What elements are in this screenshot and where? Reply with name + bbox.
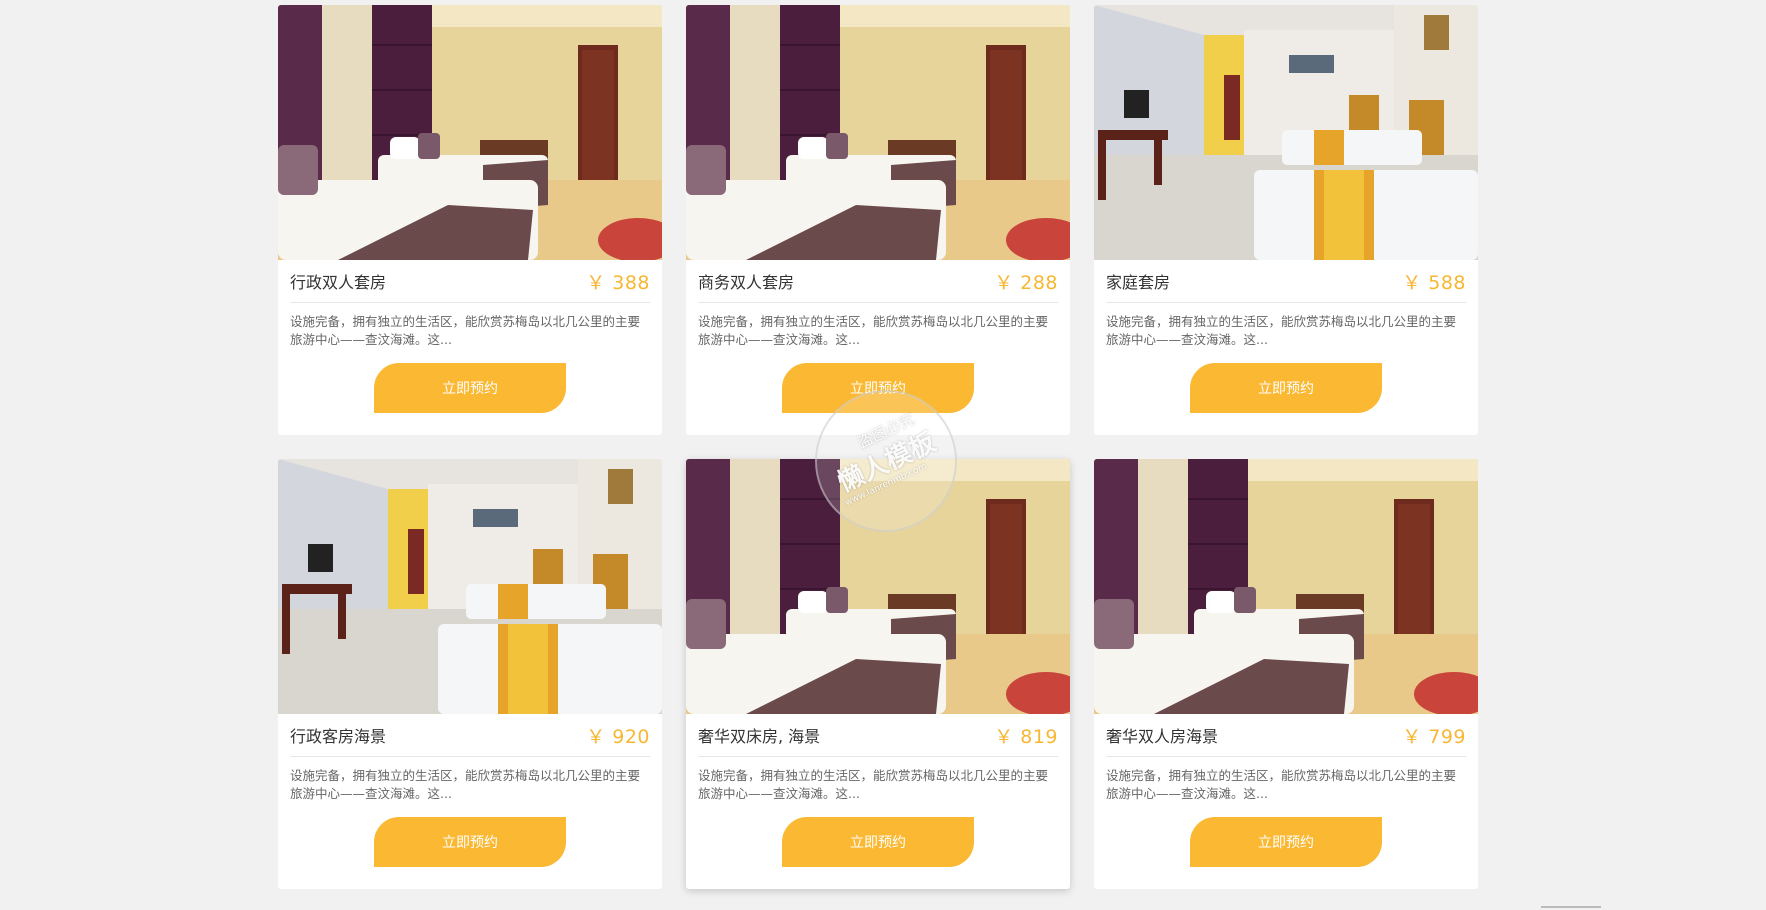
room-price: ￥ 288 [994,271,1058,294]
room-header: 奢华双床房, 海景 ￥ 819 [698,714,1058,757]
room-info: 行政双人套房 ￥ 388 设施完备，拥有独立的生活区，能欣赏苏梅岛以北几公里的主要旅… [278,260,662,413]
scroll-indicator [1541,906,1601,908]
room-info: 行政客房海景 ￥ 920 设施完备，拥有独立的生活区，能欣赏苏梅岛以北几公里的主要旅… [278,714,662,867]
room-description: 设施完备，拥有独立的生活区，能欣赏苏梅岛以北几公里的主要旅游中心——查汶海滩。这… [290,314,641,347]
room-info: 奢华双人房海景 ￥ 799 设施完备，拥有独立的生活区，能欣赏苏梅岛以北几公里的主要… [1094,714,1478,867]
room-name[interactable]: 家庭套房 [1106,269,1170,293]
room-header: 行政双人套房 ￥ 388 [290,260,650,303]
room-price: ￥ 799 [1402,725,1466,748]
book-now-button[interactable]: 立即预约 [374,363,566,413]
room-price: ￥ 920 [586,725,650,748]
room-photo [686,459,1070,714]
room-price: ￥ 588 [1402,271,1466,294]
room-card[interactable]: 商务双人套房 ￥ 288 设施完备，拥有独立的生活区，能欣赏苏梅岛以北几公里的主要旅… [686,5,1070,435]
room-name[interactable]: 行政双人套房 [290,269,386,293]
room-grid: 行政双人套房 ￥ 388 设施完备，拥有独立的生活区，能欣赏苏梅岛以北几公里的主要旅… [278,5,1478,889]
room-photo [1094,5,1478,260]
book-now-button[interactable]: 立即预约 [1190,817,1382,867]
room-description: 设施完备，拥有独立的生活区，能欣赏苏梅岛以北几公里的主要旅游中心——查汶海滩。这… [698,314,1049,347]
room-header: 行政客房海景 ￥ 920 [290,714,650,757]
book-now-button[interactable]: 立即预约 [782,817,974,867]
room-info: 奢华双床房, 海景 ￥ 819 设施完备，拥有独立的生活区，能欣赏苏梅岛以北几公里的… [686,714,1070,867]
room-name[interactable]: 行政客房海景 [290,723,386,747]
room-photo [686,5,1070,260]
room-price: ￥ 388 [586,271,650,294]
book-now-button[interactable]: 立即预约 [1190,363,1382,413]
room-name[interactable]: 奢华双床房, 海景 [698,723,820,747]
room-description: 设施完备，拥有独立的生活区，能欣赏苏梅岛以北几公里的主要旅游中心——查汶海滩。这… [698,768,1049,801]
room-info: 家庭套房 ￥ 588 设施完备，拥有独立的生活区，能欣赏苏梅岛以北几公里的主要旅游中… [1094,260,1478,413]
room-card[interactable]: 奢华双人房海景 ￥ 799 设施完备，拥有独立的生活区，能欣赏苏梅岛以北几公里的主要… [1094,459,1478,889]
room-price: ￥ 819 [994,725,1058,748]
room-card[interactable]: 行政双人套房 ￥ 388 设施完备，拥有独立的生活区，能欣赏苏梅岛以北几公里的主要旅… [278,5,662,435]
room-description: 设施完备，拥有独立的生活区，能欣赏苏梅岛以北几公里的主要旅游中心——查汶海滩。这… [290,768,641,801]
room-name[interactable]: 商务双人套房 [698,269,794,293]
room-header: 家庭套房 ￥ 588 [1106,260,1466,303]
room-header: 奢华双人房海景 ￥ 799 [1106,714,1466,757]
room-photo [278,459,662,714]
room-photo [278,5,662,260]
room-card[interactable]: 奢华双床房, 海景 ￥ 819 设施完备，拥有独立的生活区，能欣赏苏梅岛以北几公里的… [686,459,1070,889]
room-name[interactable]: 奢华双人房海景 [1106,723,1218,747]
room-info: 商务双人套房 ￥ 288 设施完备，拥有独立的生活区，能欣赏苏梅岛以北几公里的主要旅… [686,260,1070,413]
book-now-button[interactable]: 立即预约 [374,817,566,867]
room-header: 商务双人套房 ￥ 288 [698,260,1058,303]
room-card[interactable]: 行政客房海景 ￥ 920 设施完备，拥有独立的生活区，能欣赏苏梅岛以北几公里的主要旅… [278,459,662,889]
book-now-button[interactable]: 立即预约 [782,363,974,413]
room-photo [1094,459,1478,714]
room-card[interactable]: 家庭套房 ￥ 588 设施完备，拥有独立的生活区，能欣赏苏梅岛以北几公里的主要旅游中… [1094,5,1478,435]
room-description: 设施完备，拥有独立的生活区，能欣赏苏梅岛以北几公里的主要旅游中心——查汶海滩。这… [1106,768,1457,801]
room-description: 设施完备，拥有独立的生活区，能欣赏苏梅岛以北几公里的主要旅游中心——查汶海滩。这… [1106,314,1457,347]
